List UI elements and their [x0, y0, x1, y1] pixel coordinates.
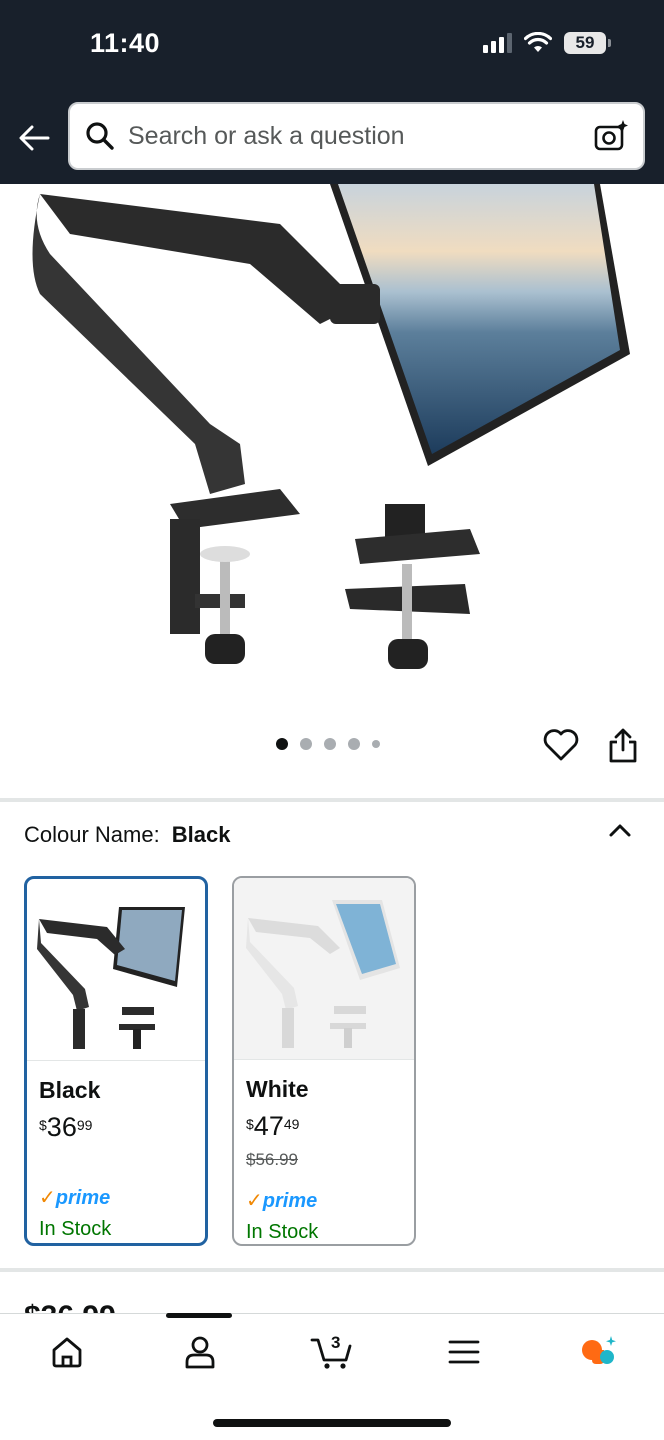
colour-swatch-white[interactable]: White $ 47 49 $56.99 ✓prime In Stock: [232, 876, 416, 1246]
list-price: $56.99: [246, 1150, 298, 1169]
carousel-dot-3[interactable]: [324, 738, 336, 750]
search-bar[interactable]: [68, 102, 645, 170]
status-icons: 59: [483, 32, 611, 54]
colour-label: Colour Name:: [24, 822, 160, 847]
carousel-dot-1[interactable]: [276, 738, 288, 750]
chevron-up-icon[interactable]: [606, 818, 634, 842]
image-carousel-dots[interactable]: [276, 738, 380, 750]
search-icon: [86, 122, 114, 150]
section-divider: [0, 1268, 664, 1272]
tab-menu[interactable]: [442, 1330, 486, 1374]
tab-account[interactable]: [178, 1330, 222, 1374]
back-arrow-icon[interactable]: [16, 120, 52, 156]
share-icon[interactable]: [606, 726, 640, 764]
cellular-signal-icon: [483, 33, 512, 53]
swatch-thumbnail: [234, 878, 414, 1060]
monitor-arm-illustration: [32, 184, 630, 669]
carousel-dot-5[interactable]: [372, 740, 380, 748]
product-image[interactable]: [0, 184, 664, 714]
camera-search-icon[interactable]: [593, 118, 629, 154]
app-header: 11:40 59: [0, 0, 664, 184]
wifi-icon: [524, 32, 552, 52]
cart-count-badge: 3: [331, 1333, 341, 1352]
status-time: 11:40: [90, 28, 161, 58]
tab-home[interactable]: [45, 1330, 89, 1374]
prime-badge: ✓prime: [246, 1190, 318, 1212]
home-icon: [52, 1337, 82, 1368]
colour-swatch-black[interactable]: Black $ 36 99 ✓prime In Stock: [24, 876, 208, 1246]
account-icon: [185, 1336, 215, 1369]
swatch-name: White: [246, 1076, 309, 1102]
ai-assistant-icon: [582, 1336, 616, 1364]
carousel-dot-2[interactable]: [300, 738, 312, 750]
battery-indicator: 59: [564, 32, 611, 54]
section-divider: [0, 798, 664, 802]
tab-assistant[interactable]: [576, 1330, 620, 1374]
swatch-price: $ 36 99: [39, 1112, 93, 1142]
menu-icon: [448, 1340, 480, 1364]
availability-status: In Stock: [39, 1218, 112, 1240]
wishlist-heart-icon[interactable]: [543, 728, 579, 762]
active-tab-indicator: [166, 1313, 232, 1318]
availability-status: In Stock: [246, 1221, 319, 1243]
swatch-name: Black: [39, 1077, 101, 1103]
search-input[interactable]: [128, 121, 593, 151]
home-indicator: [213, 1419, 451, 1427]
swatch-thumbnail: [27, 879, 205, 1061]
prime-badge: ✓prime: [39, 1187, 111, 1209]
carousel-dot-4[interactable]: [348, 738, 360, 750]
swatch-price: $ 47 49: [246, 1111, 300, 1141]
colour-name-row: Colour Name: Black: [24, 822, 230, 848]
colour-selected-value: Black: [171, 822, 231, 847]
